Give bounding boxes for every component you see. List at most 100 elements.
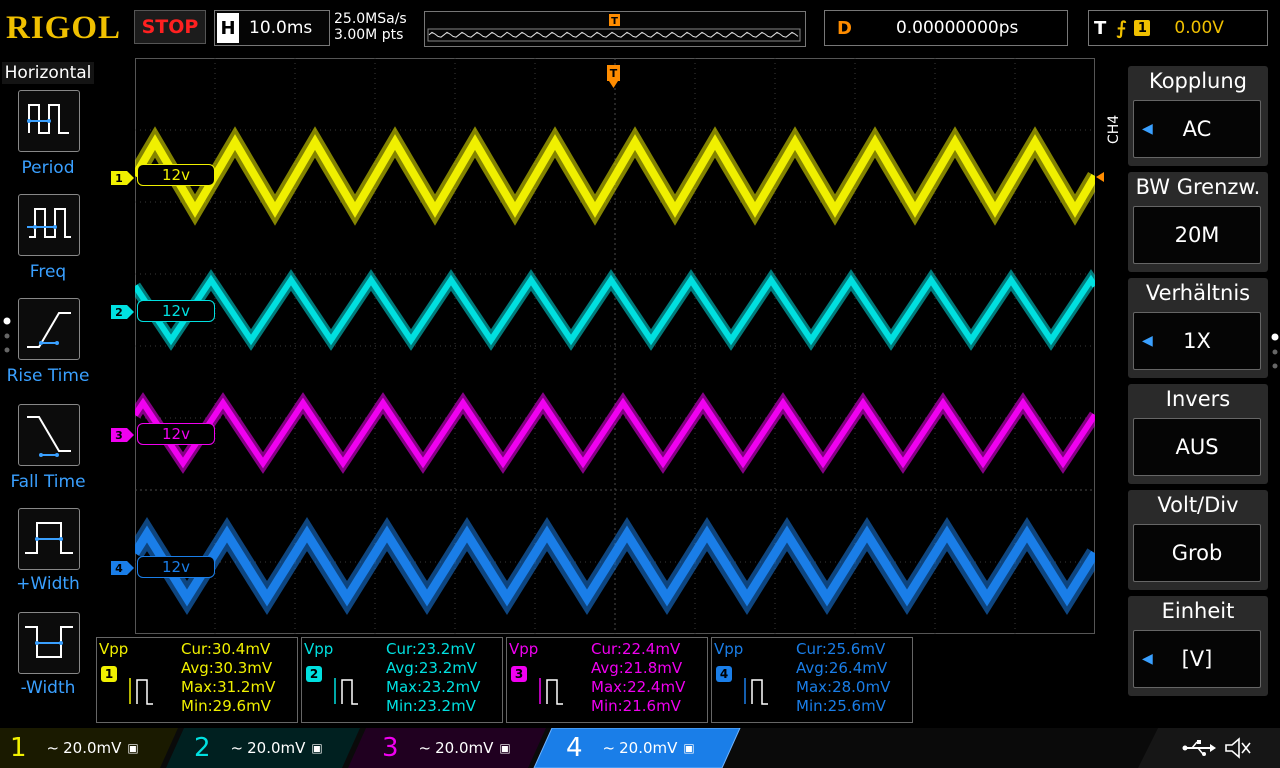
menu-value: AUS bbox=[1133, 418, 1261, 476]
rising-edge-icon: ⨍ bbox=[1116, 17, 1127, 39]
ac-coupling-icon: ~ bbox=[602, 739, 616, 757]
menu-invert[interactable]: Invers AUS bbox=[1128, 384, 1268, 484]
delay-value: 0.00000000ps bbox=[895, 18, 1019, 38]
measurement-average: Avg:23.2mV bbox=[386, 659, 478, 677]
vpp-pulse-icon bbox=[334, 678, 358, 705]
menu-value: 20M bbox=[1133, 206, 1261, 264]
system-status-area bbox=[1138, 728, 1280, 768]
menu-item-rise-time[interactable]: Rise Time bbox=[0, 298, 96, 398]
menu-title: Einheit bbox=[1161, 599, 1235, 623]
trigger-source: 1 bbox=[1134, 20, 1151, 36]
acquisition-info: 25.0MSa/s 3.00M pts bbox=[334, 11, 407, 43]
measurement-max: Max:23.2mV bbox=[386, 678, 481, 696]
menu-label: -Width bbox=[20, 678, 76, 698]
menu-bandwidth-limit[interactable]: BW Grenzw. 20M bbox=[1128, 172, 1268, 272]
channel-2-marker[interactable]: 2 bbox=[111, 305, 134, 319]
ac-coupling-icon: ~ bbox=[230, 739, 244, 757]
menu-unit[interactable]: Einheit ◀ [V] bbox=[1128, 596, 1268, 696]
measurement-type: Vpp bbox=[714, 640, 744, 658]
channel-scale: 20.0mV bbox=[63, 739, 122, 757]
trigger-level: 0.00V bbox=[1174, 18, 1224, 38]
measurement-panel-ch4[interactable]: Vpp 4 Cur:25.6mV Avg:26.4mV Max:28.0mV M… bbox=[711, 637, 913, 723]
channel-number: 4 bbox=[566, 733, 583, 763]
menu-item-period[interactable]: Period bbox=[0, 90, 96, 190]
menu-value: ◀ [V] bbox=[1133, 630, 1261, 688]
measurement-channel: 1 bbox=[101, 666, 117, 682]
measurement-panel-ch2[interactable]: Vpp 2 Cur:23.2mV Avg:23.2mV Max:23.2mV M… bbox=[301, 637, 503, 723]
menu-item-freq[interactable]: Freq bbox=[0, 194, 96, 294]
bw-limit-icon: ▣ bbox=[127, 741, 139, 755]
trigger-box[interactable]: T ⨍ 1 0.00V bbox=[1088, 10, 1268, 46]
menu-label: +Width bbox=[16, 574, 80, 594]
delay-label: D bbox=[837, 17, 852, 39]
menu-label: Period bbox=[21, 158, 75, 178]
channel-2-label: 12v bbox=[137, 300, 215, 322]
measurement-current: Cur:23.2mV bbox=[386, 640, 476, 658]
menu-probe-ratio[interactable]: Verhältnis ◀ 1X bbox=[1128, 278, 1268, 378]
measurement-average: Avg:21.8mV bbox=[591, 659, 683, 677]
measurement-current: Cur:22.4mV bbox=[591, 640, 681, 658]
sample-rate: 25.0MSa/s bbox=[334, 11, 407, 27]
vpp-pulse-icon bbox=[539, 678, 563, 705]
trigger-marker-icon: T bbox=[607, 65, 620, 88]
menu-page-indicator bbox=[3, 317, 11, 353]
fall-time-icon bbox=[18, 404, 80, 466]
delay-box[interactable]: D 0.00000000ps bbox=[824, 10, 1068, 46]
frequency-icon bbox=[18, 194, 80, 256]
menu-volts-div[interactable]: Volt/Div Grob bbox=[1128, 490, 1268, 590]
channel-1-marker[interactable]: 1 bbox=[111, 171, 134, 185]
vpp-pulse-icon bbox=[129, 678, 153, 705]
channel-1-label: 12v bbox=[137, 164, 215, 186]
menu-value: ◀ 1X bbox=[1133, 312, 1261, 370]
channel-3-marker[interactable]: 3 bbox=[111, 428, 134, 442]
measurement-current: Cur:30.4mV bbox=[181, 640, 271, 658]
menu-item-positive-width[interactable]: +Width bbox=[0, 508, 96, 608]
measurement-channel: 2 bbox=[306, 666, 322, 682]
measurement-panel-ch3[interactable]: Vpp 3 Cur:22.4mV Avg:21.8mV Max:22.4mV M… bbox=[506, 637, 708, 723]
trigger-position-icon: T bbox=[609, 14, 620, 27]
channel-3-status[interactable]: 3 ~ 20.0mV ▣ bbox=[382, 728, 511, 768]
trigger-label: T bbox=[1094, 17, 1107, 39]
menu-coupling[interactable]: Kopplung ◀ AC bbox=[1128, 66, 1268, 166]
measurement-average: Avg:30.3mV bbox=[181, 659, 273, 677]
channel-1-status[interactable]: 1 ~ 20.0mV ▣ bbox=[10, 728, 139, 768]
menu-label: Fall Time bbox=[10, 472, 86, 492]
channel-scale: 20.0mV bbox=[247, 739, 306, 757]
menu-title: Volt/Div bbox=[1157, 493, 1239, 517]
negative-width-icon bbox=[18, 612, 80, 674]
measurement-max: Max:22.4mV bbox=[591, 678, 686, 696]
measurement-min: Min:23.2mV bbox=[386, 697, 476, 715]
menu-title: Invers bbox=[1165, 387, 1231, 411]
svg-text:T: T bbox=[610, 67, 618, 80]
rigol-logo: RIGOL bbox=[6, 10, 122, 46]
channel-scale: 20.0mV bbox=[435, 739, 494, 757]
timebase-box[interactable]: H 10.0ms bbox=[214, 10, 330, 46]
menu-title: BW Grenzw. bbox=[1135, 175, 1261, 199]
left-arrow-icon: ◀ bbox=[1142, 651, 1153, 667]
timebase-value: 10.0ms bbox=[249, 18, 313, 38]
svg-text:T: T bbox=[611, 16, 618, 27]
channel-2-status[interactable]: 2 ~ 20.0mV ▣ bbox=[194, 728, 323, 768]
waveform-display[interactable] bbox=[135, 58, 1095, 634]
menu-title: Horizontal bbox=[2, 62, 94, 84]
menu-item-negative-width[interactable]: -Width bbox=[0, 612, 96, 712]
channel-4-label: 12v bbox=[137, 556, 215, 578]
measurement-max: Max:28.0mV bbox=[796, 678, 891, 696]
menu-title: Kopplung bbox=[1148, 69, 1248, 93]
vpp-pulse-icon bbox=[744, 678, 768, 705]
left-arrow-icon: ◀ bbox=[1142, 333, 1153, 349]
run-stop-indicator[interactable]: STOP bbox=[134, 10, 206, 44]
menu-label: Rise Time bbox=[6, 366, 90, 386]
channel-number: 3 bbox=[382, 733, 399, 763]
menu-item-fall-time[interactable]: Fall Time bbox=[0, 404, 96, 504]
horizontal-label: H bbox=[217, 13, 239, 43]
channel-4-marker[interactable]: 4 bbox=[111, 561, 134, 575]
measurement-min: Min:25.6mV bbox=[796, 697, 886, 715]
measurement-panel-ch1[interactable]: Vpp 1 Cur:30.4mV Avg:30.3mV Max:31.2mV M… bbox=[96, 637, 298, 723]
channel-4-status[interactable]: 4 ~ 20.0mV ▣ bbox=[566, 728, 695, 768]
measurement-min: Min:29.6mV bbox=[181, 697, 271, 715]
menu-label: Freq bbox=[29, 262, 67, 282]
menu-value: ◀ AC bbox=[1133, 100, 1261, 158]
ac-coupling-icon: ~ bbox=[418, 739, 432, 757]
menu-channel-tag: CH4 bbox=[1106, 114, 1122, 144]
